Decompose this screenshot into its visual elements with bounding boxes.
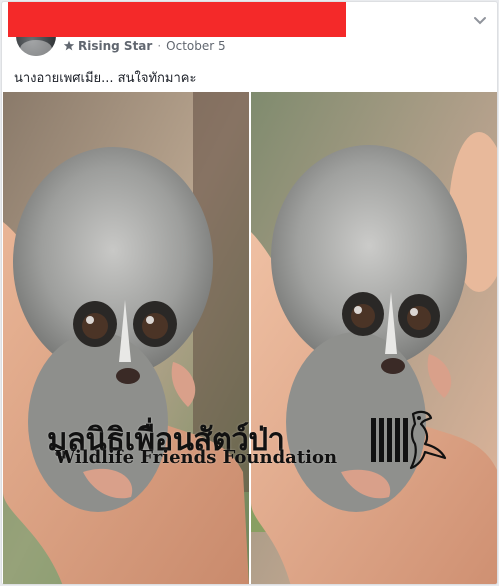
post-caption: นางอายเพศเมีย... สนใจทักมาคะ (14, 71, 197, 86)
slow-loris-photo-left (3, 92, 249, 584)
meta-separator: · (157, 39, 162, 53)
slow-loris-photo-right (251, 92, 497, 584)
star-badge-icon (63, 40, 75, 52)
photo-grid: มูลนิธิเพื่อนสัตว์ป่า Wildlife Friends F… (3, 92, 497, 584)
chevron-down-icon[interactable] (473, 16, 487, 26)
rising-star-badge[interactable]: Rising Star (78, 39, 152, 53)
post-card: Rising Star · October 5 นางอายเพศเมีย...… (1, 1, 498, 585)
post-date[interactable]: October 5 (166, 39, 225, 53)
photo-left[interactable] (3, 92, 249, 584)
redacted-author-name (8, 2, 346, 37)
photo-right[interactable] (251, 92, 497, 584)
post-meta: Rising Star · October 5 (63, 38, 226, 54)
